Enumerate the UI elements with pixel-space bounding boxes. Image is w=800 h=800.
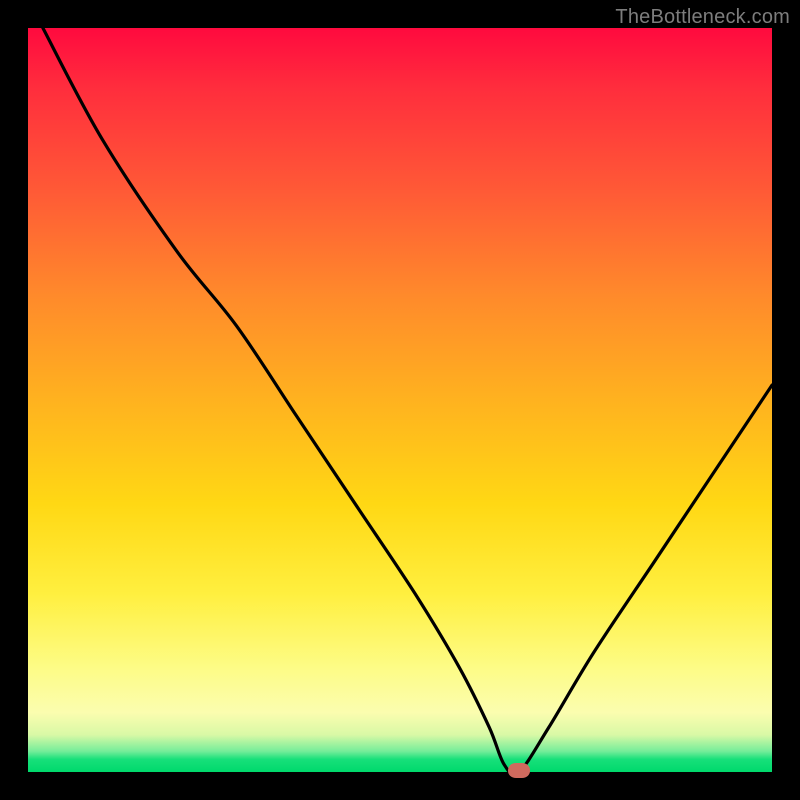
optimal-point-marker	[508, 763, 530, 778]
bottleneck-curve	[28, 28, 772, 772]
gradient-plot-area	[28, 28, 772, 772]
attribution-label: TheBottleneck.com	[615, 6, 790, 29]
chart-frame: TheBottleneck.com	[0, 0, 800, 800]
